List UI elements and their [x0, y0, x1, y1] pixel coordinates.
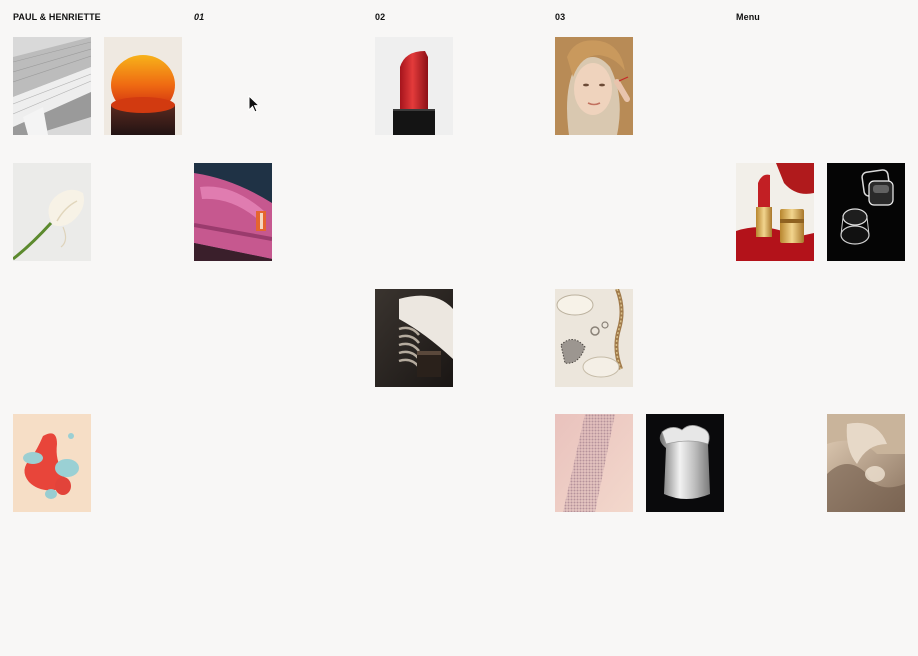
- menu-button[interactable]: Menu: [736, 12, 760, 22]
- pleated-paper-image: [13, 37, 91, 135]
- aalto-vase-image: [646, 414, 724, 512]
- page: PAUL & HENRIETTE 01 02 03 Menu: [0, 0, 918, 656]
- project-tile-pink-sandal[interactable]: [194, 163, 272, 261]
- brand-logo[interactable]: PAUL & HENRIETTE: [13, 12, 101, 22]
- project-tile-sequin-fabric[interactable]: [555, 414, 633, 512]
- nav-section-03[interactable]: 03: [555, 12, 565, 22]
- pink-sandal-image: [194, 163, 272, 261]
- sequin-fabric-image: [555, 414, 633, 512]
- orange-sun-image: [104, 37, 182, 135]
- project-tile-folded-sculpture[interactable]: [827, 414, 905, 512]
- project-tile-lipstick-gold[interactable]: [736, 163, 814, 261]
- color-blobs-image: [13, 414, 91, 512]
- project-tile-jewelry-flatlay[interactable]: [555, 289, 633, 387]
- project-tile-glass-cubes[interactable]: [827, 163, 905, 261]
- red-lipstick-image: [375, 37, 453, 135]
- nav-section-02[interactable]: 02: [375, 12, 385, 22]
- glass-cubes-image: [827, 163, 905, 261]
- project-tile-ribbed-object[interactable]: [375, 289, 453, 387]
- project-tile-pleated-paper[interactable]: [13, 37, 91, 135]
- project-tile-red-lipstick[interactable]: [375, 37, 453, 135]
- project-tile-orange-sun[interactable]: [104, 37, 182, 135]
- jewelry-flatlay-image: [555, 289, 633, 387]
- project-tile-calla-lily[interactable]: [13, 163, 91, 261]
- folded-sculpture-image: [827, 414, 905, 512]
- woman-portrait-image: [555, 37, 633, 135]
- ribbed-object-image: [375, 289, 453, 387]
- nav-section-01[interactable]: 01: [194, 12, 204, 22]
- project-tile-woman-portrait[interactable]: [555, 37, 633, 135]
- lipstick-gold-image: [736, 163, 814, 261]
- project-tile-color-blobs[interactable]: [13, 414, 91, 512]
- mouse-cursor-icon: [248, 95, 260, 113]
- calla-lily-image: [13, 163, 91, 261]
- project-tile-aalto-vase[interactable]: [646, 414, 724, 512]
